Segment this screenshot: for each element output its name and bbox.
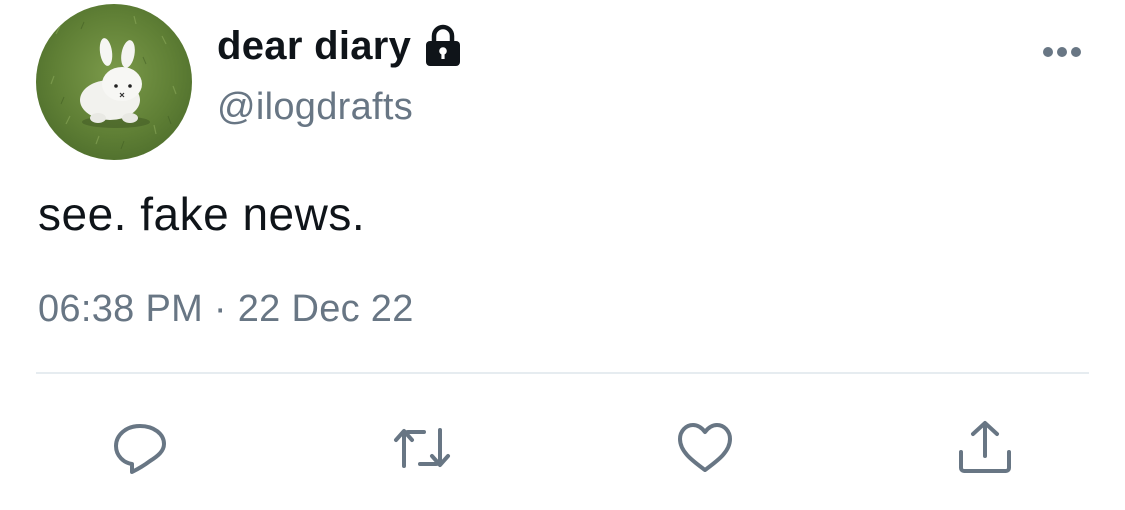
reply-button[interactable] xyxy=(110,418,170,478)
user-handle[interactable]: @ilogdrafts xyxy=(217,86,413,129)
display-name[interactable]: dear diary xyxy=(217,24,411,69)
more-options-icon[interactable] xyxy=(1040,40,1084,64)
avatar[interactable] xyxy=(36,4,192,160)
tweet-text: see. fake news. xyxy=(38,188,366,240)
meta-separator: · xyxy=(213,288,227,330)
like-button[interactable] xyxy=(675,418,735,478)
tweet-date[interactable]: 22 Dec 22 xyxy=(238,288,414,330)
share-icon xyxy=(959,421,1011,473)
divider xyxy=(36,372,1089,374)
lock-icon xyxy=(423,24,463,68)
retweet-button[interactable] xyxy=(392,418,452,478)
tweet-timestamp: 06:38 PM · 22 Dec 22 xyxy=(38,288,414,331)
display-name-row: dear diary xyxy=(217,20,463,72)
reply-icon xyxy=(114,424,166,474)
tweet-card: dear diary @ilogdrafts see. fake news. 0… xyxy=(0,0,1125,510)
tweet-time[interactable]: 06:38 PM xyxy=(38,288,203,330)
avatar-bunny-image xyxy=(36,4,192,160)
share-button[interactable] xyxy=(955,418,1015,478)
retweet-icon xyxy=(394,428,450,468)
heart-icon xyxy=(678,423,732,472)
